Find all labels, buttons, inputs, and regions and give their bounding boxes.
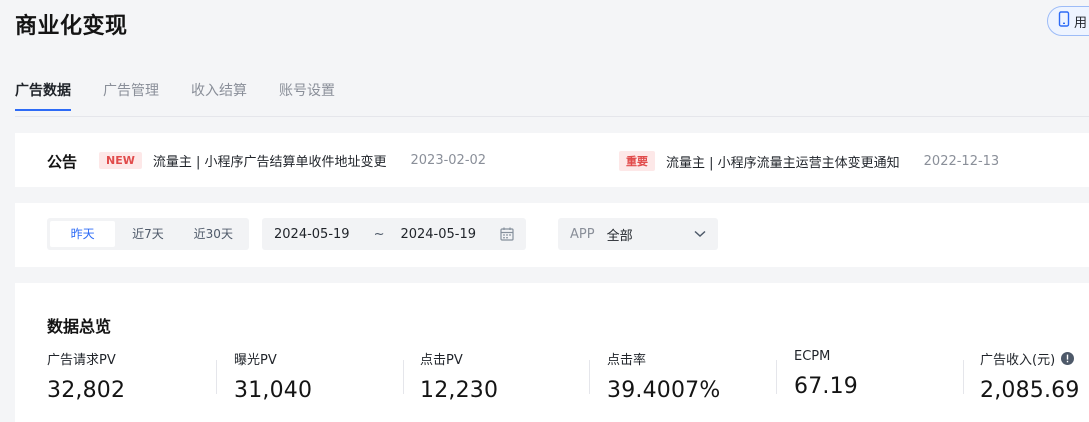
important-badge: 重要 bbox=[619, 151, 655, 171]
metric-value: 12,230 bbox=[420, 378, 499, 403]
date-end[interactable]: 2024-05-19 bbox=[400, 227, 476, 242]
info-icon[interactable] bbox=[1061, 352, 1075, 365]
new-badge: NEW bbox=[99, 152, 142, 169]
tabs-divider bbox=[15, 116, 1089, 117]
filter-bar: 昨天 近7天 近30天 2024-05-19 ~ 2024-05-19 APP … bbox=[15, 203, 1089, 267]
metric-divider bbox=[963, 360, 964, 394]
date-range-picker[interactable]: 2024-05-19 ~ 2024-05-19 bbox=[262, 218, 526, 250]
metric-ad-revenue: 广告收入(元) 2,085.69 bbox=[980, 349, 1089, 403]
phone-icon bbox=[1058, 11, 1070, 31]
metric-value: 67.19 bbox=[794, 374, 858, 399]
overview-title: 数据总览 bbox=[47, 317, 112, 336]
metric-label: 点击PV bbox=[420, 353, 463, 368]
metric-label-row: 广告收入(元) bbox=[980, 349, 1089, 368]
tab-ad-data[interactable]: 广告数据 bbox=[15, 80, 71, 111]
metric-divider bbox=[216, 360, 217, 394]
main-tabs: 广告数据 广告管理 收入结算 账号设置 bbox=[15, 80, 335, 111]
metric-divider bbox=[403, 360, 404, 394]
metric-ecpm: ECPM 67.19 bbox=[794, 349, 954, 399]
tab-income-settlement[interactable]: 收入结算 bbox=[191, 80, 247, 111]
notice-card: 公告 NEW 流量主 | 小程序广告结算单收件地址变更 2023-02-02 重… bbox=[15, 133, 1089, 187]
metric-impression-pv: 曝光PV 31,040 bbox=[234, 349, 394, 403]
tab-ad-management[interactable]: 广告管理 bbox=[103, 80, 159, 111]
metric-ctr: 点击率 39.4007% bbox=[607, 349, 767, 403]
mobile-preview-label: 用 bbox=[1074, 15, 1088, 31]
notice-link[interactable]: 流量主 | 小程序流量主运营主体变更通知 bbox=[666, 152, 900, 171]
chevron-down-icon bbox=[694, 230, 706, 238]
metric-value: 32,802 bbox=[47, 378, 126, 403]
date-start[interactable]: 2024-05-19 bbox=[274, 227, 350, 242]
notice-title: 公告 bbox=[47, 153, 78, 171]
metric-label: 曝光PV bbox=[234, 353, 277, 368]
metrics-row: 广告请求PV 32,802 曝光PV 31,040 点击PV 12,230 点击… bbox=[47, 349, 1089, 409]
metric-value: 39.4007% bbox=[607, 378, 721, 403]
metric-label: 广告收入(元) bbox=[980, 353, 1056, 368]
metric-label: 广告请求PV bbox=[47, 353, 116, 368]
notice-date: 2023-02-02 bbox=[410, 153, 487, 168]
app-select-label: APP bbox=[570, 226, 595, 242]
metric-divider bbox=[589, 360, 590, 394]
notice-date: 2022-12-13 bbox=[923, 153, 1000, 169]
mobile-preview-button[interactable]: 用 bbox=[1047, 6, 1089, 36]
notice-link[interactable]: 流量主 | 小程序广告结算单收件地址变更 bbox=[153, 151, 387, 170]
metric-label: ECPM bbox=[794, 349, 831, 364]
metric-label: 点击率 bbox=[607, 353, 647, 368]
notice-item[interactable]: 重要 流量主 | 小程序流量主运营主体变更通知 2022-12-13 bbox=[619, 151, 999, 171]
metric-request-pv: 广告请求PV 32,802 bbox=[47, 349, 207, 403]
date-separator: ~ bbox=[373, 226, 385, 242]
page-title: 商业化变现 bbox=[15, 14, 128, 39]
metric-value: 2,085.69 bbox=[980, 378, 1080, 403]
segment-yesterday[interactable]: 昨天 bbox=[50, 221, 116, 247]
app-select[interactable]: APP 全部 bbox=[558, 218, 718, 250]
calendar-icon[interactable] bbox=[500, 227, 514, 241]
overview-card: 数据总览 广告请求PV 32,802 曝光PV 31,040 点击PV 12,2… bbox=[15, 283, 1089, 422]
notice-item[interactable]: NEW 流量主 | 小程序广告结算单收件地址变更 2023-02-02 bbox=[99, 151, 486, 170]
metric-value: 31,040 bbox=[234, 378, 313, 403]
metric-divider bbox=[776, 360, 777, 394]
tab-account-settings[interactable]: 账号设置 bbox=[279, 80, 335, 111]
segment-last-7-days[interactable]: 近7天 bbox=[115, 221, 180, 247]
segment-last-30-days[interactable]: 近30天 bbox=[181, 221, 246, 247]
metric-click-pv: 点击PV 12,230 bbox=[420, 349, 580, 403]
date-range-segmented: 昨天 近7天 近30天 bbox=[47, 218, 249, 250]
app-select-value: 全部 bbox=[606, 228, 633, 244]
